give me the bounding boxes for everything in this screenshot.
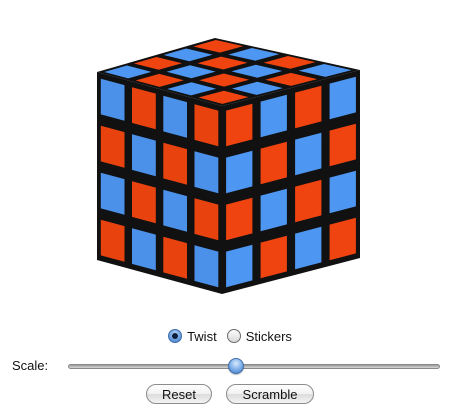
reset-button[interactable]: Reset — [146, 384, 212, 404]
sticker-right — [260, 188, 287, 232]
radio-option-twist[interactable]: Twist — [168, 329, 217, 344]
sticker-right — [329, 76, 356, 120]
sticker-right — [329, 217, 356, 261]
sticker-left — [100, 172, 125, 215]
radio-option-stickers[interactable]: Stickers — [226, 329, 292, 344]
sticker-left — [132, 228, 156, 271]
sticker-right — [226, 103, 253, 147]
sticker-left — [100, 78, 125, 121]
scramble-button[interactable]: Scramble — [226, 384, 314, 404]
sticker-left — [194, 245, 219, 288]
sticker-left — [100, 219, 125, 262]
sticker-right — [226, 197, 253, 241]
sticker-left — [194, 104, 219, 147]
cube-viewport[interactable] — [0, 0, 460, 318]
sticker-right — [260, 235, 287, 279]
sticker-right — [295, 226, 322, 270]
sticker-right — [295, 179, 322, 223]
sticker-right — [260, 141, 287, 185]
radio-stickers-label[interactable]: Stickers — [246, 329, 292, 344]
sticker-left — [163, 236, 187, 279]
action-buttons: Reset Scramble — [0, 384, 460, 406]
sticker-right — [295, 85, 322, 129]
sticker-left — [194, 151, 219, 194]
sticker-right — [295, 132, 322, 176]
scale-label: Scale: — [12, 358, 49, 373]
sticker-left — [194, 198, 219, 241]
sticker-left — [163, 189, 187, 232]
sticker-right — [329, 170, 356, 214]
scale-slider-track[interactable] — [68, 364, 440, 369]
sticker-left — [132, 134, 156, 177]
sticker-left — [132, 87, 156, 130]
sticker-right — [226, 150, 253, 194]
scale-control: Scale: — [0, 355, 460, 377]
rubiks-cube[interactable] — [0, 0, 460, 318]
radio-twist-button[interactable] — [168, 329, 183, 343]
sticker-right — [260, 94, 287, 138]
sticker-right — [226, 244, 253, 288]
sticker-left — [132, 181, 156, 224]
sticker-right — [329, 123, 356, 167]
sticker-left — [163, 95, 187, 138]
radio-stickers-button[interactable] — [226, 329, 241, 343]
radio-twist-label[interactable]: Twist — [187, 329, 217, 344]
mode-radio-group: Twist Stickers — [0, 325, 460, 347]
sticker-left — [100, 125, 125, 168]
sticker-left — [163, 142, 187, 185]
scale-slider-thumb[interactable] — [228, 358, 245, 374]
